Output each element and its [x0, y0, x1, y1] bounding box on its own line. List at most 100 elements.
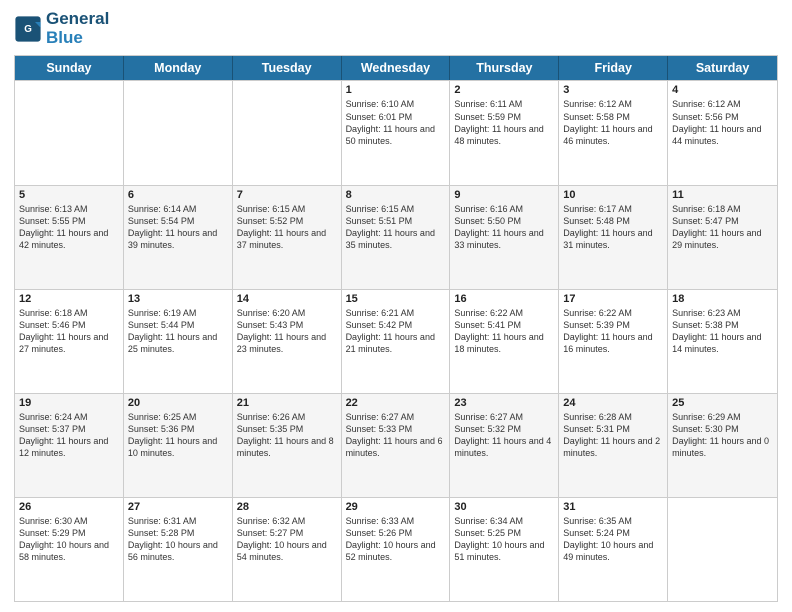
- cell-info: Sunrise: 6:16 AM Sunset: 5:50 PM Dayligh…: [454, 203, 554, 252]
- cal-row-3: 19 Sunrise: 6:24 AM Sunset: 5:37 PM Dayli…: [15, 393, 777, 497]
- cal-row-1: 5 Sunrise: 6:13 AM Sunset: 5:55 PM Daylig…: [15, 185, 777, 289]
- cell-info: Sunrise: 6:24 AM Sunset: 5:37 PM Dayligh…: [19, 411, 119, 460]
- cal-cell: 17 Sunrise: 6:22 AM Sunset: 5:39 PM Dayli…: [559, 290, 668, 393]
- cell-info: Sunrise: 6:23 AM Sunset: 5:38 PM Dayligh…: [672, 307, 773, 356]
- cal-cell: 23 Sunrise: 6:27 AM Sunset: 5:32 PM Dayli…: [450, 394, 559, 497]
- cell-info: Sunrise: 6:21 AM Sunset: 5:42 PM Dayligh…: [346, 307, 446, 356]
- day-header-thursday: Thursday: [450, 56, 559, 80]
- day-number: 29: [346, 501, 446, 513]
- cell-info: Sunrise: 6:11 AM Sunset: 5:59 PM Dayligh…: [454, 98, 554, 147]
- cell-info: Sunrise: 6:22 AM Sunset: 5:39 PM Dayligh…: [563, 307, 663, 356]
- day-number: 31: [563, 501, 663, 513]
- cal-cell: [15, 81, 124, 184]
- cell-info: Sunrise: 6:10 AM Sunset: 6:01 PM Dayligh…: [346, 98, 446, 147]
- cal-cell: 21 Sunrise: 6:26 AM Sunset: 5:35 PM Dayli…: [233, 394, 342, 497]
- cal-cell: [124, 81, 233, 184]
- day-number: 28: [237, 501, 337, 513]
- day-number: 16: [454, 293, 554, 305]
- cal-cell: 2 Sunrise: 6:11 AM Sunset: 5:59 PM Daylig…: [450, 81, 559, 184]
- day-number: 7: [237, 189, 337, 201]
- cell-info: Sunrise: 6:30 AM Sunset: 5:29 PM Dayligh…: [19, 515, 119, 564]
- cell-info: Sunrise: 6:13 AM Sunset: 5:55 PM Dayligh…: [19, 203, 119, 252]
- day-number: 10: [563, 189, 663, 201]
- day-number: 19: [19, 397, 119, 409]
- cal-cell: 29 Sunrise: 6:33 AM Sunset: 5:26 PM Dayli…: [342, 498, 451, 601]
- cell-info: Sunrise: 6:12 AM Sunset: 5:58 PM Dayligh…: [563, 98, 663, 147]
- cal-cell: 16 Sunrise: 6:22 AM Sunset: 5:41 PM Dayli…: [450, 290, 559, 393]
- logo-text: General Blue: [46, 10, 109, 47]
- cal-cell: 30Sunrise: 6:34 AM Sunset: 5:25 PM Dayli…: [450, 498, 559, 601]
- day-header-monday: Monday: [124, 56, 233, 80]
- day-number: 18: [672, 293, 773, 305]
- day-number: 25: [672, 397, 773, 409]
- day-number: 8: [346, 189, 446, 201]
- cal-cell: [233, 81, 342, 184]
- calendar-body: 1 Sunrise: 6:10 AM Sunset: 6:01 PM Daylig…: [15, 80, 777, 601]
- cell-info: Sunrise: 6:25 AM Sunset: 5:36 PM Dayligh…: [128, 411, 228, 460]
- page: G General Blue SundayMondayTuesdayWednes…: [0, 0, 792, 612]
- day-number: 5: [19, 189, 119, 201]
- cell-info: Sunrise: 6:26 AM Sunset: 5:35 PM Dayligh…: [237, 411, 337, 460]
- cell-info: Sunrise: 6:35 AM Sunset: 5:24 PM Dayligh…: [563, 515, 663, 564]
- day-number: 14: [237, 293, 337, 305]
- cal-cell: 15 Sunrise: 6:21 AM Sunset: 5:42 PM Dayli…: [342, 290, 451, 393]
- cal-cell: 5 Sunrise: 6:13 AM Sunset: 5:55 PM Daylig…: [15, 186, 124, 289]
- cal-cell: 6Sunrise: 6:14 AM Sunset: 5:54 PM Daylig…: [124, 186, 233, 289]
- cell-info: Sunrise: 6:14 AM Sunset: 5:54 PM Dayligh…: [128, 203, 228, 252]
- day-number: 24: [563, 397, 663, 409]
- day-number: 3: [563, 84, 663, 96]
- logo-icon: G: [14, 15, 42, 43]
- day-number: 26: [19, 501, 119, 513]
- day-number: 2: [454, 84, 554, 96]
- day-number: 21: [237, 397, 337, 409]
- day-number: 1: [346, 84, 446, 96]
- cell-info: Sunrise: 6:28 AM Sunset: 5:31 PM Dayligh…: [563, 411, 663, 460]
- cal-cell: 11 Sunrise: 6:18 AM Sunset: 5:47 PM Dayli…: [668, 186, 777, 289]
- day-number: 9: [454, 189, 554, 201]
- day-number: 20: [128, 397, 228, 409]
- cal-row-0: 1 Sunrise: 6:10 AM Sunset: 6:01 PM Daylig…: [15, 80, 777, 184]
- cell-info: Sunrise: 6:22 AM Sunset: 5:41 PM Dayligh…: [454, 307, 554, 356]
- cell-info: Sunrise: 6:31 AM Sunset: 5:28 PM Dayligh…: [128, 515, 228, 564]
- logo: G General Blue: [14, 10, 109, 47]
- cal-cell: 18 Sunrise: 6:23 AM Sunset: 5:38 PM Dayli…: [668, 290, 777, 393]
- cal-cell: 20 Sunrise: 6:25 AM Sunset: 5:36 PM Dayli…: [124, 394, 233, 497]
- cal-cell: 14Sunrise: 6:20 AM Sunset: 5:43 PM Dayli…: [233, 290, 342, 393]
- cell-info: Sunrise: 6:15 AM Sunset: 5:51 PM Dayligh…: [346, 203, 446, 252]
- cal-cell: 3 Sunrise: 6:12 AM Sunset: 5:58 PM Daylig…: [559, 81, 668, 184]
- day-header-wednesday: Wednesday: [342, 56, 451, 80]
- cal-row-4: 26 Sunrise: 6:30 AM Sunset: 5:29 PM Dayli…: [15, 497, 777, 601]
- cal-cell: 7 Sunrise: 6:15 AM Sunset: 5:52 PM Daylig…: [233, 186, 342, 289]
- day-number: 22: [346, 397, 446, 409]
- cal-cell: 8 Sunrise: 6:15 AM Sunset: 5:51 PM Daylig…: [342, 186, 451, 289]
- cell-info: Sunrise: 6:33 AM Sunset: 5:26 PM Dayligh…: [346, 515, 446, 564]
- day-number: 11: [672, 189, 773, 201]
- cell-info: Sunrise: 6:34 AM Sunset: 5:25 PM Dayligh…: [454, 515, 554, 564]
- day-number: 15: [346, 293, 446, 305]
- cell-info: Sunrise: 6:27 AM Sunset: 5:32 PM Dayligh…: [454, 411, 554, 460]
- cal-row-2: 12Sunrise: 6:18 AM Sunset: 5:46 PM Dayli…: [15, 289, 777, 393]
- cal-cell: 27 Sunrise: 6:31 AM Sunset: 5:28 PM Dayli…: [124, 498, 233, 601]
- day-header-tuesday: Tuesday: [233, 56, 342, 80]
- day-header-sunday: Sunday: [15, 56, 124, 80]
- cell-info: Sunrise: 6:17 AM Sunset: 5:48 PM Dayligh…: [563, 203, 663, 252]
- cell-info: Sunrise: 6:27 AM Sunset: 5:33 PM Dayligh…: [346, 411, 446, 460]
- cal-cell: 28Sunrise: 6:32 AM Sunset: 5:27 PM Dayli…: [233, 498, 342, 601]
- header: G General Blue: [14, 10, 778, 47]
- cal-cell: 25 Sunrise: 6:29 AM Sunset: 5:30 PM Dayli…: [668, 394, 777, 497]
- day-number: 12: [19, 293, 119, 305]
- cal-cell: [668, 498, 777, 601]
- cell-info: Sunrise: 6:29 AM Sunset: 5:30 PM Dayligh…: [672, 411, 773, 460]
- day-number: 17: [563, 293, 663, 305]
- day-number: 4: [672, 84, 773, 96]
- day-number: 27: [128, 501, 228, 513]
- cell-info: Sunrise: 6:18 AM Sunset: 5:47 PM Dayligh…: [672, 203, 773, 252]
- cal-cell: 19 Sunrise: 6:24 AM Sunset: 5:37 PM Dayli…: [15, 394, 124, 497]
- cal-cell: 13Sunrise: 6:19 AM Sunset: 5:44 PM Dayli…: [124, 290, 233, 393]
- svg-text:G: G: [24, 23, 32, 34]
- cal-cell: 31 Sunrise: 6:35 AM Sunset: 5:24 PM Dayli…: [559, 498, 668, 601]
- day-header-saturday: Saturday: [668, 56, 777, 80]
- cell-info: Sunrise: 6:15 AM Sunset: 5:52 PM Dayligh…: [237, 203, 337, 252]
- day-number: 23: [454, 397, 554, 409]
- calendar-header: SundayMondayTuesdayWednesdayThursdayFrid…: [15, 56, 777, 80]
